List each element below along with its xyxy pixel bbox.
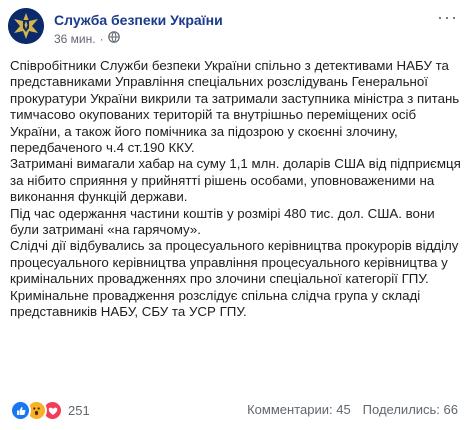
reactions-summary[interactable]: 251 <box>10 400 90 421</box>
separator-dot: · <box>99 31 104 46</box>
globe-icon[interactable] <box>107 31 120 46</box>
page-name-link[interactable]: Служба безпеки України <box>54 12 223 29</box>
post-meta: Служба безпеки України 36 мин. · <box>54 8 223 46</box>
post-paragraph: Співробітники Служби безпеки України спі… <box>10 58 460 156</box>
sbu-emblem-icon <box>8 8 44 44</box>
post-paragraph: Кримінальне провадження розслідує спільн… <box>10 287 421 320</box>
facebook-post: Служба безпеки України 36 мин. · ··· Спі… <box>0 0 470 430</box>
post-timestamp[interactable]: 36 мин. <box>54 32 96 46</box>
comments-count-link[interactable]: Комментарии: 45 <box>247 402 351 417</box>
reaction-count[interactable]: 251 <box>68 403 90 418</box>
like-icon <box>10 400 31 421</box>
post-paragraph: Затримані вимагали хабар на суму 1,1 млн… <box>10 156 461 205</box>
post-stats: Комментарии: 45 Поделились: 66 <box>247 402 458 417</box>
post-text: Співробітники Служби безпеки України спі… <box>10 58 465 321</box>
shares-count-link[interactable]: Поделились: 66 <box>363 402 458 417</box>
reaction-icons <box>10 400 63 421</box>
post-options-button[interactable]: ··· <box>437 8 458 26</box>
post-paragraph: Слідчі дії відбувались за процесуального… <box>10 238 459 287</box>
post-subline: 36 мин. · <box>54 31 223 46</box>
post-header: Служба безпеки України 36 мин. · <box>8 8 223 48</box>
post-paragraph: Під час одержання частини коштів у розмі… <box>10 205 435 238</box>
page-avatar[interactable] <box>8 8 44 44</box>
